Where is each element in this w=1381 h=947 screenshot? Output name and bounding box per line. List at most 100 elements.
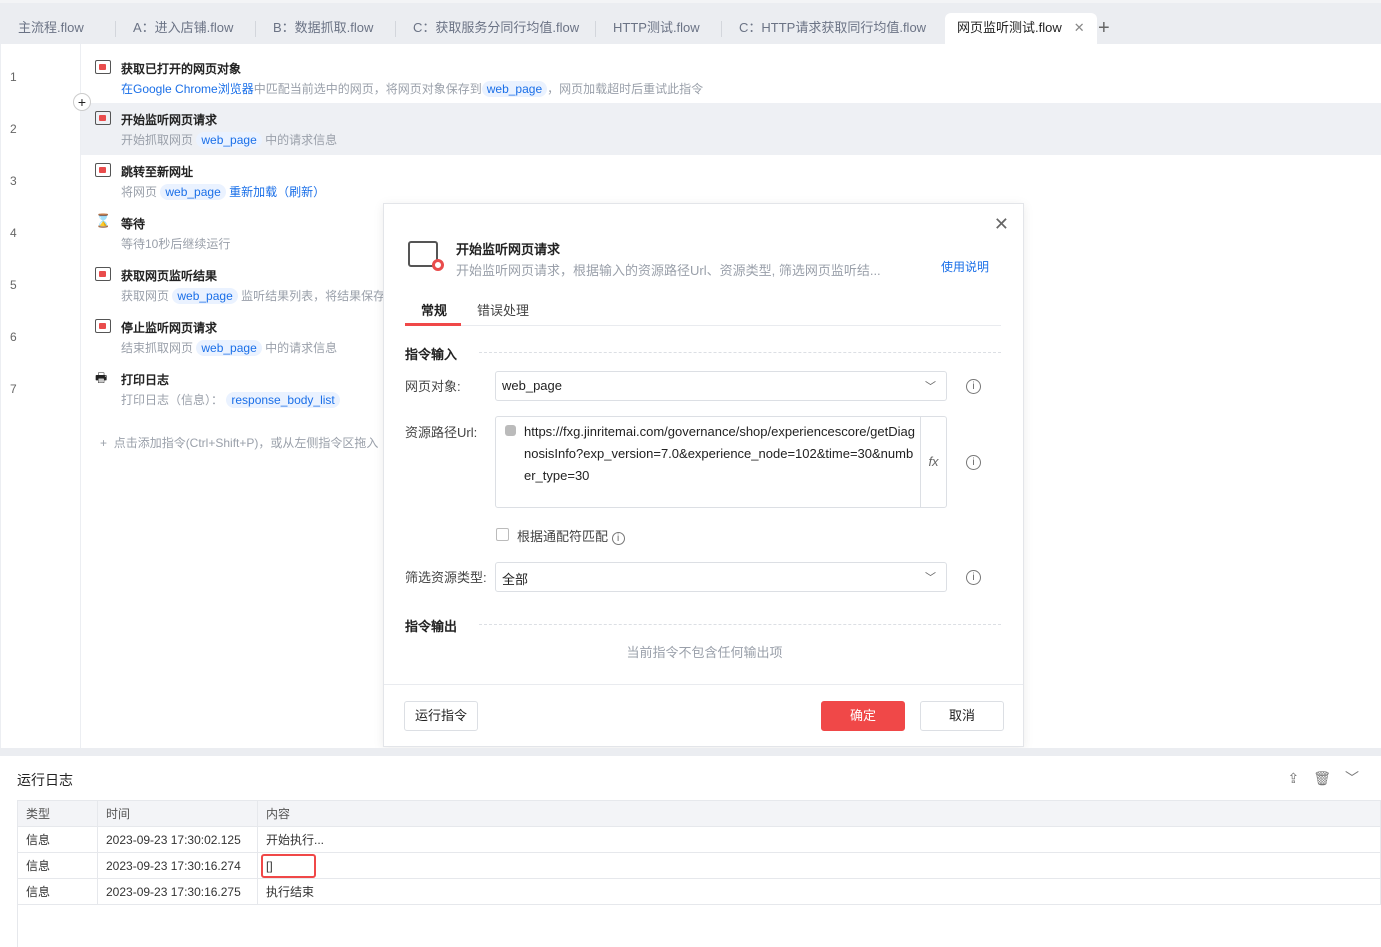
add-step-hint-text: 点击添加指令(Ctrl+Shift+P)，或从左侧指令区拖入 — [113, 436, 379, 450]
command-dialog: ✕ 开始监听网页请求 开始监听网页请求，根据输入的资源路径Url、资源类型, 筛… — [383, 203, 1024, 747]
step-title: 等待 — [121, 217, 146, 231]
line-number: 4 — [10, 226, 17, 240]
resource-type-select[interactable]: 全部 ﹀ — [495, 562, 947, 592]
python-icon — [505, 425, 516, 436]
table-border — [17, 904, 18, 947]
column-time: 时间 — [97, 800, 258, 827]
tab-bar: 主流程.flow A：进入店铺.flow B：数据抓取.flow C：获取服务分… — [0, 0, 1381, 47]
tab-label: 主流程.flow — [18, 20, 84, 35]
run-log-panel: 运行日志 ⇪🗑﹀ 类型 时间 内容 信息 2023-09-23 17:30:02… — [0, 756, 1381, 947]
wildcard-label: 根据通配符匹配 i — [517, 526, 625, 545]
log-type: 信息 — [17, 878, 98, 905]
add-tab-icon[interactable]: + — [1098, 17, 1110, 40]
tab-label: 网页监听测试.flow — [957, 20, 1062, 35]
tab-a[interactable]: A：进入店铺.flow — [115, 13, 251, 47]
panel-splitter[interactable] — [0, 748, 1381, 756]
divider — [479, 624, 1001, 625]
cancel-button[interactable]: 取消 — [920, 701, 1004, 731]
browser-icon — [95, 60, 111, 74]
line-number: 2 — [10, 122, 17, 136]
tab-general[interactable]: 常规 — [421, 300, 447, 319]
step-desc: 将网页 web_page 重新加载（刷新） — [121, 183, 325, 200]
resource-type-label: 筛选资源类型: — [405, 570, 487, 585]
no-output-text: 当前指令不包含任何输出项 — [626, 645, 783, 660]
log-type: 信息 — [17, 852, 98, 879]
tab-label: HTTP测试.flow — [613, 20, 700, 35]
line-number: 1 — [10, 70, 17, 84]
listen-icon — [408, 241, 444, 271]
browser-link[interactable]: 在Google Chrome浏览器 — [121, 82, 254, 96]
step-title: 跳转至新网址 — [121, 165, 194, 179]
variable-chip[interactable]: response_body_list — [226, 392, 340, 408]
log-time: 2023-09-23 17:30:16.274 — [97, 852, 258, 879]
table-header: 类型 时间 内容 — [17, 800, 1381, 827]
tab-main-flow[interactable]: 主流程.flow — [0, 13, 102, 47]
chevron-down-icon[interactable]: ﹀ — [1345, 770, 1373, 786]
output-section-title: 指令输出 — [405, 619, 458, 634]
tab-label: C：获取服务分同行均值.flow — [413, 20, 580, 35]
chevron-down-icon: ﹀ — [925, 572, 936, 584]
desc-text: 中匹配当前选中的网页，将网页对象保存到 — [253, 82, 482, 96]
help-link[interactable]: 使用说明 — [941, 258, 989, 275]
column-type: 类型 — [17, 800, 98, 827]
tab-label: B：数据抓取.flow — [273, 20, 374, 35]
dialog-title: 开始监听网页请求 — [456, 242, 561, 257]
tab-label: A：进入店铺.flow — [133, 20, 234, 35]
desc-link: 重新加载（刷新） — [229, 185, 326, 199]
dialog-tabs: 常规 错误处理 — [405, 296, 1001, 326]
stop-listen-icon — [95, 319, 111, 333]
add-step-hint[interactable]: + 点击添加指令(Ctrl+Shift+P)，或从左侧指令区拖入 — [100, 434, 383, 451]
step-get-web-page[interactable]: 获取已打开的网页对象 在Google Chrome浏览器中匹配当前选中的网页，将… — [81, 52, 1381, 104]
step-desc: 获取网页 web_page 监听结果列表，将结果保存 — [121, 287, 385, 304]
step-title: 获取已打开的网页对象 — [121, 62, 242, 76]
step-desc: 开始抓取网页 web_page 中的请求信息 — [121, 131, 337, 148]
tab-c[interactable]: C：获取服务分同行均值.flow — [395, 13, 597, 47]
step-desc: 等待10秒后继续运行 — [121, 237, 231, 251]
run-command-button[interactable]: 运行指令 — [404, 701, 478, 731]
info-icon[interactable]: i — [966, 379, 981, 394]
info-icon[interactable]: i — [966, 570, 981, 585]
confirm-button[interactable]: 确定 — [821, 701, 905, 731]
insert-step-button[interactable]: + — [73, 93, 91, 111]
line-gutter: 1 2 3 4 5 6 7 — [0, 44, 81, 748]
desc-text: 打印日志（信息）： — [121, 393, 224, 407]
close-icon[interactable]: ✕ — [994, 214, 1009, 235]
log-time: 2023-09-23 17:30:02.125 — [97, 826, 258, 853]
variable-chip[interactable]: web_page — [196, 132, 262, 148]
wildcard-checkbox[interactable] — [496, 528, 509, 541]
info-icon[interactable]: i — [966, 455, 981, 470]
tab-web-listen-test[interactable]: 网页监听测试.flow ✕ — [945, 13, 1097, 47]
tab-b[interactable]: B：数据抓取.flow — [255, 13, 391, 47]
close-tab-icon[interactable]: ✕ — [1074, 20, 1085, 35]
info-icon[interactable]: i — [611, 532, 625, 545]
step-start-listen[interactable]: 开始监听网页请求 开始抓取网页 web_page 中的请求信息 — [81, 103, 1381, 155]
step-goto-url[interactable]: 跳转至新网址 将网页 web_page 重新加载（刷新） — [81, 155, 1381, 207]
variable-chip[interactable]: web_page — [172, 288, 238, 304]
fx-button[interactable]: fx — [920, 417, 946, 507]
step-title: 开始监听网页请求 — [121, 113, 218, 127]
variable-chip[interactable]: web_page — [481, 81, 548, 97]
tab-error-handling[interactable]: 错误处理 — [477, 300, 529, 319]
variable-chip[interactable]: web_page — [160, 184, 226, 200]
line-number: 5 — [10, 278, 17, 292]
desc-text: 中的请求信息 — [265, 133, 338, 147]
hourglass-icon: ⌛ — [95, 213, 112, 228]
tab-c-http[interactable]: C：HTTP请求获取同行均值.flow — [721, 13, 944, 47]
trash-icon[interactable]: 🗑 — [1313, 770, 1345, 786]
web-page-select[interactable]: web_page ﹀ — [495, 371, 947, 401]
active-tab-indicator — [405, 323, 461, 326]
table-row: 信息 2023-09-23 17:30:16.274 [] — [17, 852, 1381, 879]
log-time: 2023-09-23 17:30:16.275 — [97, 878, 258, 905]
desc-text: 结束抓取网页 — [121, 341, 194, 355]
log-toolbar: ⇪🗑﹀ — [1287, 768, 1373, 788]
run-log-title: 运行日志 — [17, 772, 73, 788]
step-title: 获取网页监听结果 — [121, 269, 218, 283]
desc-text: 监听结果列表，将结果保存 — [241, 289, 386, 303]
printer-icon: 🖶 — [95, 370, 108, 385]
desc-text: 开始抓取网页 — [121, 133, 194, 147]
divider — [479, 352, 1001, 353]
variable-chip[interactable]: web_page — [196, 340, 262, 356]
url-input[interactable]: https://fxg.jinritemai.com/governance/sh… — [495, 416, 947, 508]
tab-http-test[interactable]: HTTP测试.flow — [595, 13, 718, 47]
export-icon[interactable]: ⇪ — [1287, 770, 1313, 786]
